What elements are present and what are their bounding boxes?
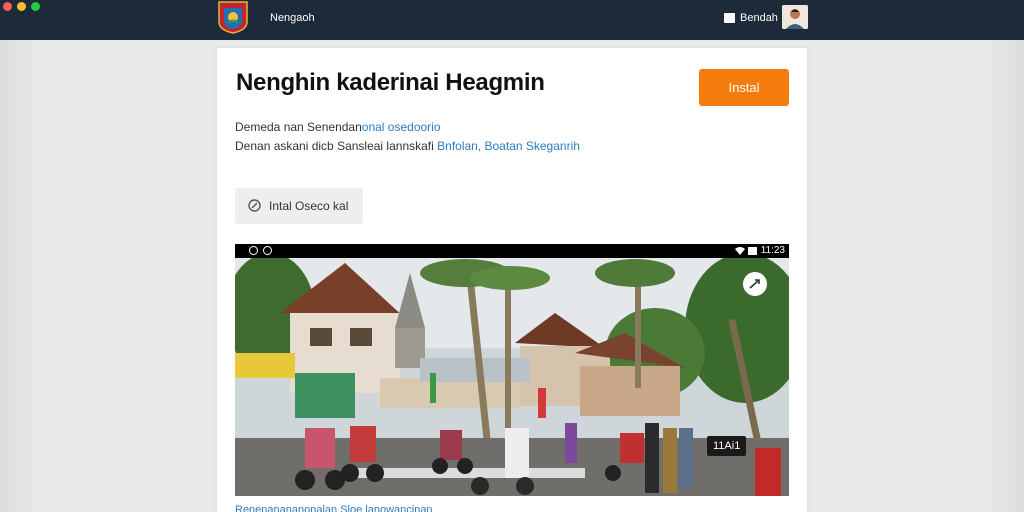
notification-icon	[249, 246, 258, 255]
status-time: 11:23	[760, 245, 785, 256]
maximize-window-dot[interactable]	[31, 2, 40, 11]
crest-logo-icon[interactable]	[216, 0, 250, 34]
media-status-bar: 11:23	[235, 244, 789, 258]
minimize-window-dot[interactable]	[17, 2, 26, 11]
tag-icon	[248, 199, 261, 212]
street-scene-image	[235, 258, 789, 496]
footer-link[interactable]: Renenanananonalan Sloe lanowancinan	[235, 504, 433, 512]
share-icon	[749, 279, 760, 289]
top-bar: Nengaoh Bendah	[0, 0, 1024, 40]
user-avatar-icon	[782, 5, 808, 29]
description-link-2[interactable]: Bnfolan, Boatan Skeganrih	[437, 139, 580, 153]
page-title: Nenghin kaderinai Heagmin	[236, 69, 545, 96]
install-button[interactable]: Instal	[699, 69, 789, 106]
right-shade	[984, 40, 1024, 512]
description-line-2: Denan askani dicb Sansleai lannskafi Bnf…	[235, 139, 580, 153]
share-button[interactable]	[743, 272, 767, 296]
media-overlay-caption: 11Ai1	[707, 436, 747, 456]
tag-chip[interactable]: Intal Oseco kal	[235, 188, 363, 224]
description-text-2: Denan askani dicb Sansleai lannskafi	[235, 139, 434, 153]
account-label[interactable]: Bendah	[740, 12, 778, 24]
description-text-1: Demeda nan Senendan	[235, 120, 362, 134]
description-line-1: Demeda nan Senendanonal osedoorio	[235, 120, 441, 134]
wifi-icon	[735, 247, 745, 255]
left-shade	[0, 40, 40, 512]
notification-icon-2	[263, 246, 272, 255]
chip-label: Intal Oseco kal	[269, 199, 349, 213]
media-video[interactable]: 11:23 11Ai1	[235, 244, 789, 496]
app-title: Nengaoh	[270, 12, 315, 24]
article-card: Nenghin kaderinai Heagmin Instal Demeda …	[217, 48, 807, 512]
close-window-dot[interactable]	[3, 2, 12, 11]
account-icon[interactable]	[724, 13, 735, 23]
avatar[interactable]	[782, 5, 808, 29]
battery-icon	[748, 247, 757, 255]
description-link-1[interactable]: onal osedoorio	[362, 120, 441, 134]
